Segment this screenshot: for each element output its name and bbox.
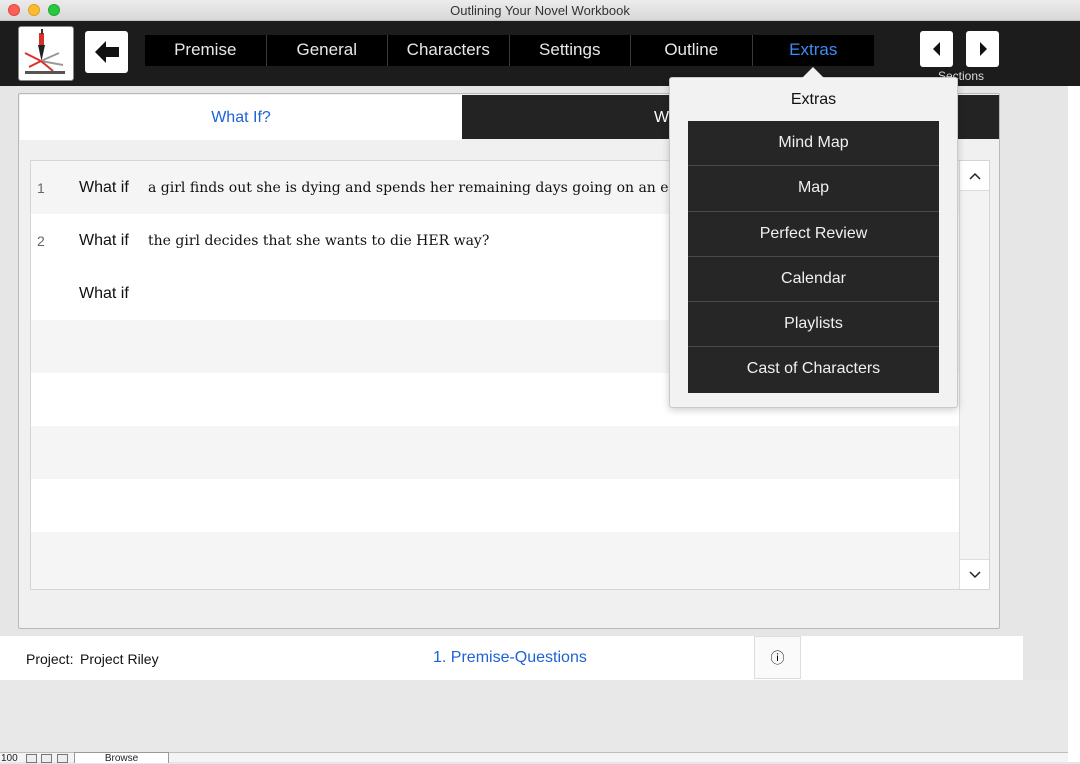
back-button[interactable] <box>85 31 128 73</box>
menu-item-mind-map[interactable]: Mind Map <box>688 121 939 167</box>
zoom-level[interactable]: 100 <box>1 753 18 764</box>
nav-settings[interactable]: Settings <box>510 35 631 66</box>
window-titlebar: Outlining Your Novel Workbook <box>0 0 1080 21</box>
nav-characters[interactable]: Characters <box>388 35 510 66</box>
scroll-up-button[interactable] <box>960 161 989 191</box>
arrow-left-icon <box>94 41 119 63</box>
empty-row <box>31 532 959 589</box>
section-nav: Premise General Characters Settings Outl… <box>145 35 874 66</box>
next-section-button[interactable] <box>966 31 999 67</box>
row-label: What if <box>79 285 129 302</box>
browse-mode[interactable]: Browse <box>74 752 169 764</box>
footer-bar: 100 Browse <box>0 752 1068 764</box>
empty-row <box>31 479 959 532</box>
popover-title: Extras <box>790 91 837 108</box>
row-number: 2 <box>37 233 45 249</box>
triangle-left-icon <box>932 42 940 56</box>
empty-row <box>31 426 959 479</box>
row-number: 1 <box>37 180 45 196</box>
nav-extras[interactable]: Extras <box>753 35 875 66</box>
nav-outline[interactable]: Outline <box>631 35 753 66</box>
info-icon: ⓘ <box>770 650 785 667</box>
menu-item-map[interactable]: Map <box>688 166 939 212</box>
row-text[interactable]: a girl finds out she is dying and spends… <box>148 180 668 196</box>
project-name: Project Riley <box>80 651 159 667</box>
list-scrollbar[interactable] <box>959 161 989 589</box>
menu-item-playlists[interactable]: Playlists <box>688 302 939 348</box>
project-label: Project: <box>26 651 74 667</box>
chevron-down-icon <box>968 570 981 578</box>
previous-section-button[interactable] <box>920 31 953 67</box>
status-bar: Project: Project Riley 1. Premise-Questi… <box>0 636 1023 680</box>
toolbar-right-gutter <box>1023 21 1080 86</box>
nav-general[interactable]: General <box>267 35 388 66</box>
popover-arrow <box>802 67 824 78</box>
app-logo[interactable] <box>18 26 74 81</box>
triangle-right-icon <box>979 42 987 56</box>
right-edge <box>1068 86 1080 762</box>
chevron-up-icon <box>968 172 981 180</box>
layout-link[interactable]: 1. Premise-Questions <box>433 649 587 667</box>
nav-premise[interactable]: Premise <box>145 35 267 66</box>
window-background <box>0 680 1068 752</box>
window-title: Outlining Your Novel Workbook <box>450 3 630 18</box>
extras-popover: Extras Mind Map Map Perfect Review Calen… <box>669 77 958 408</box>
row-label: What if <box>79 179 129 196</box>
row-text[interactable]: the girl decides that she wants to die H… <box>148 233 668 249</box>
extras-menu: Mind Map Map Perfect Review Calendar Pla… <box>688 121 939 393</box>
row-label: What if <box>79 232 129 249</box>
menu-item-perfect-review[interactable]: Perfect Review <box>688 212 939 257</box>
menu-item-calendar[interactable]: Calendar <box>688 257 939 303</box>
pen-logo-icon <box>24 29 65 74</box>
tab-what-if[interactable]: What If? <box>20 95 462 140</box>
menu-item-cast-of-characters[interactable]: Cast of Characters <box>688 347 939 392</box>
info-button[interactable]: ⓘ <box>754 636 801 679</box>
scroll-down-button[interactable] <box>960 559 989 589</box>
